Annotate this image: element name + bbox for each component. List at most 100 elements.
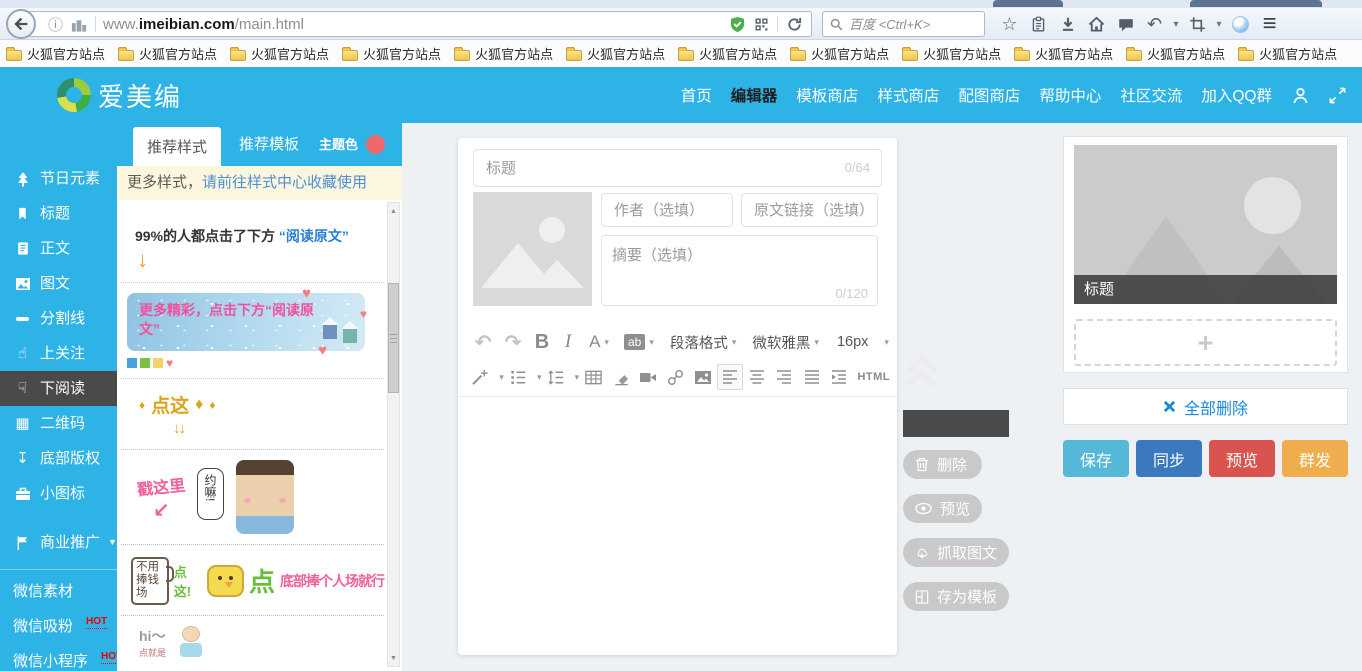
bookmark-item[interactable]: 火狐官方站点 xyxy=(1014,44,1113,63)
style-item-winter-banner[interactable]: 更多精彩，点击下方“阅读原文” ♥ ♥ ♥ ♥ xyxy=(117,283,384,378)
font-size-select[interactable]: 16px▾ xyxy=(837,334,889,350)
sidebar-item-divider[interactable]: 分割线 xyxy=(0,301,117,336)
search-input[interactable] xyxy=(849,17,969,32)
logo[interactable]: 爱美编 xyxy=(57,67,182,123)
insert-image-icon[interactable] xyxy=(690,364,715,390)
notice-link[interactable]: 请前往样式中心收藏使用 xyxy=(202,174,367,191)
font-family-select[interactable]: 微软雅黑▾ xyxy=(752,332,819,353)
sidebar-item-small-icons[interactable]: 小图标 xyxy=(0,476,117,511)
bookmark-item[interactable]: 火狐官方站点 xyxy=(1238,44,1337,63)
screenshot-crop-icon[interactable] xyxy=(1183,8,1212,40)
bookmark-item[interactable]: 火狐官方站点 xyxy=(6,44,105,63)
sidebar-item-business-promo[interactable]: 商业推广 ▼ xyxy=(0,525,117,560)
scrollbar-thumb[interactable] xyxy=(388,283,399,393)
bookmark-item[interactable]: 火狐官方站点 xyxy=(678,44,777,63)
link-icon[interactable] xyxy=(663,364,688,390)
font-color-button[interactable]: A▾ xyxy=(580,332,618,352)
redo-icon[interactable]: ↷ xyxy=(498,330,528,355)
reload-icon[interactable] xyxy=(786,16,803,33)
history-dropdown-icon[interactable]: ▾ xyxy=(1169,8,1183,40)
editor-body[interactable] xyxy=(458,396,897,655)
bookmark-item[interactable]: 火狐官方站点 xyxy=(566,44,665,63)
tab-recommended-templates[interactable]: 推荐模板 xyxy=(239,123,299,166)
save-button[interactable]: 保存 xyxy=(1063,440,1129,477)
bold-button[interactable]: B xyxy=(528,331,556,354)
eraser-icon[interactable] xyxy=(608,364,633,390)
menu-icon[interactable]: ≡ xyxy=(1255,8,1284,40)
bookmark-item[interactable]: 火狐官方站点 xyxy=(1126,44,1225,63)
format-brush-icon[interactable] xyxy=(468,364,493,390)
mass-send-button[interactable]: 群发 xyxy=(1282,440,1348,477)
home-icon[interactable] xyxy=(1082,8,1111,40)
source-link-input[interactable] xyxy=(741,193,878,227)
security-shield-icon[interactable] xyxy=(729,16,746,33)
html-source-button[interactable]: HTML xyxy=(857,371,890,383)
nav-help-center[interactable]: 帮助中心 xyxy=(1039,84,1101,106)
downloads-icon[interactable] xyxy=(1053,8,1082,40)
indent-icon[interactable] xyxy=(826,364,851,390)
fullscreen-icon[interactable] xyxy=(1329,87,1346,104)
title-input[interactable] xyxy=(473,149,882,187)
style-item-support[interactable]: 不用捧钱场 点这! 点 底部捧个人场就行 xyxy=(117,545,384,615)
nav-editor[interactable]: 编辑器 xyxy=(731,84,778,106)
collapse-up-button[interactable] xyxy=(903,356,941,390)
nav-home[interactable]: 首页 xyxy=(681,84,712,106)
scroll-up-button[interactable]: ▲ xyxy=(388,204,399,218)
line-spacing-icon[interactable] xyxy=(543,364,568,390)
sidebar-item-follow-top[interactable]: ☝ 上关注 xyxy=(0,336,117,371)
bookmark-star-icon[interactable]: ☆ xyxy=(995,8,1024,40)
author-input[interactable] xyxy=(601,193,733,227)
bookmark-item[interactable]: 火狐官方站点 xyxy=(790,44,889,63)
tab-recommended-styles[interactable]: 推荐样式 xyxy=(133,127,221,166)
site-info-icon[interactable]: ⓘ xyxy=(48,14,63,35)
site-identity-icon[interactable] xyxy=(70,16,88,33)
nav-template-store[interactable]: 模板商店 xyxy=(796,84,858,106)
cover-image-placeholder[interactable] xyxy=(473,192,592,306)
grab-article-button[interactable]: 抓取图文 xyxy=(903,538,1009,567)
style-item-read-original[interactable]: 99%的人都点击了下方 “阅读原文” ↓ xyxy=(117,200,384,282)
sidebar-item-festival-elements[interactable]: 节日元素 xyxy=(0,161,117,196)
preview-button[interactable]: 预览 xyxy=(903,494,982,523)
video-icon[interactable] xyxy=(636,364,661,390)
background-tab[interactable] xyxy=(1190,0,1322,7)
bookmark-item[interactable]: 火狐官方站点 xyxy=(118,44,217,63)
style-item-gold-click[interactable]: ♦ 点这 ♦ ♦ ↓↓ xyxy=(117,379,384,449)
italic-button[interactable]: I xyxy=(556,331,580,353)
delete-all-button[interactable]: 全部删除 xyxy=(1063,388,1348,425)
sidebar-item-title[interactable]: 标题 xyxy=(0,196,117,231)
sync-button[interactable]: 同步 xyxy=(1136,440,1202,477)
nav-join-qq[interactable]: 加入QQ群 xyxy=(1201,84,1272,106)
bookmark-item[interactable]: 火狐官方站点 xyxy=(902,44,1001,63)
theme-color-dot[interactable] xyxy=(366,135,385,154)
nav-image-store[interactable]: 配图商店 xyxy=(958,84,1020,106)
preview-red-button[interactable]: 预览 xyxy=(1209,440,1275,477)
style-item-hi[interactable]: hi～ 点就是 xyxy=(117,616,384,660)
align-justify-icon[interactable] xyxy=(799,364,824,390)
pocket-chat-icon[interactable] xyxy=(1111,8,1140,40)
align-right-icon[interactable] xyxy=(772,364,797,390)
ordered-list-icon[interactable] xyxy=(506,364,531,390)
sidebar-item-footer-copyright[interactable]: ↧ 底部版权 xyxy=(0,441,117,476)
bookmark-item[interactable]: 火狐官方站点 xyxy=(454,44,553,63)
bookmarks-list-icon[interactable] xyxy=(1024,8,1053,40)
align-center-icon[interactable] xyxy=(745,364,770,390)
bookmark-item[interactable]: 火狐官方站点 xyxy=(342,44,441,63)
sidebar-item-wechat-fans[interactable]: 微信吸粉 HOT xyxy=(0,609,117,644)
search-bar[interactable] xyxy=(822,11,985,37)
highlight-button[interactable]: ab▾ xyxy=(624,334,654,350)
add-article-button[interactable]: + xyxy=(1074,319,1337,366)
style-item-poke-here[interactable]: 戳这里 ↙ 约嘛! xyxy=(117,450,384,544)
save-as-template-button[interactable]: 存为模板 xyxy=(903,582,1009,611)
scroll-down-button[interactable]: ▼ xyxy=(388,651,399,665)
sidebar-item-body-text[interactable]: 正文 xyxy=(0,231,117,266)
history-undo-icon[interactable]: ↶ xyxy=(1140,8,1169,40)
table-icon[interactable] xyxy=(581,364,606,390)
sidebar-item-wechat-miniprogram[interactable]: 微信小程序 HOT xyxy=(0,644,117,671)
extension-orb-icon[interactable] xyxy=(1226,8,1255,40)
align-left-icon[interactable] xyxy=(717,364,742,390)
back-button[interactable] xyxy=(6,9,36,39)
background-tab[interactable] xyxy=(993,0,1063,7)
crop-dropdown-icon[interactable]: ▾ xyxy=(1212,8,1226,40)
bookmark-item[interactable]: 火狐官方站点 xyxy=(230,44,329,63)
undo-icon[interactable]: ↶ xyxy=(468,330,498,355)
